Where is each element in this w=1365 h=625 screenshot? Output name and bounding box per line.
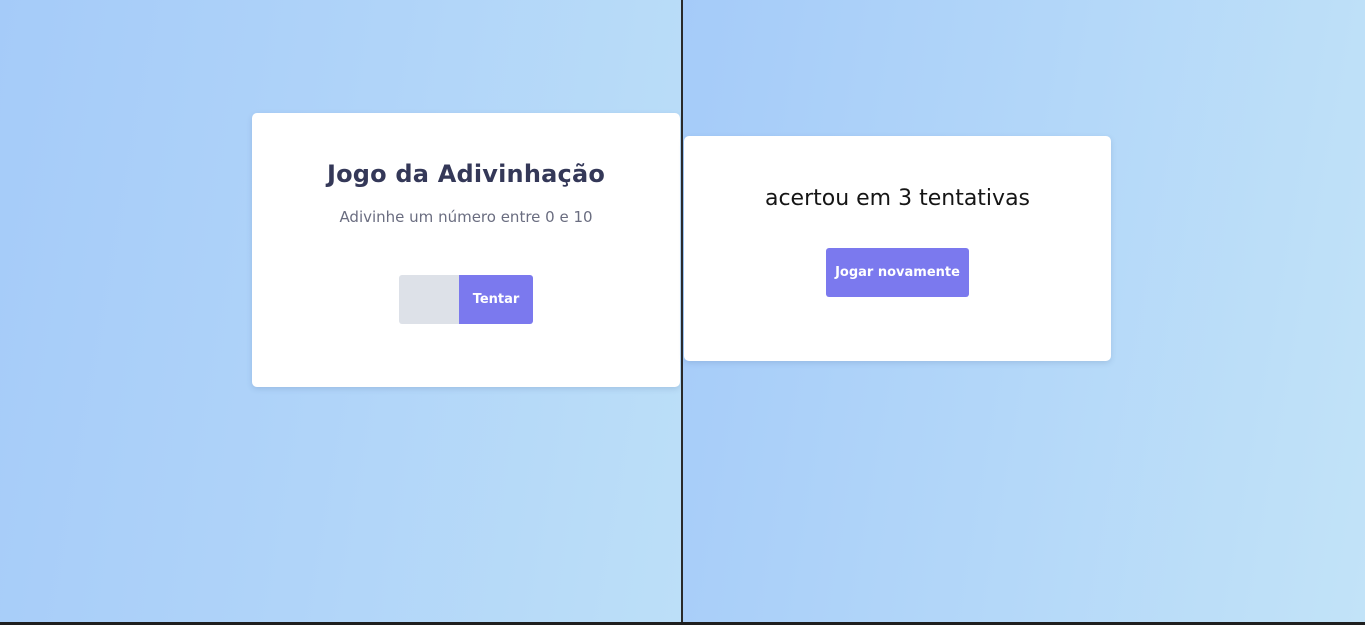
- guess-input[interactable]: [399, 275, 459, 324]
- result-message: acertou em 3 tentativas: [764, 186, 1031, 211]
- guess-card: Jogo da Adivinhação Adivinhe um número e…: [252, 113, 680, 387]
- result-card: acertou em 3 tentativas Jogar novamente: [684, 136, 1111, 361]
- try-button[interactable]: Tentar: [459, 275, 533, 324]
- game-title: Jogo da Adivinhação: [326, 160, 606, 188]
- guess-form: Tentar: [399, 275, 533, 324]
- play-again-button[interactable]: Jogar novamente: [826, 248, 969, 297]
- game-instructions: Adivinhe um número entre 0 e 10: [339, 208, 593, 226]
- left-pane: Jogo da Adivinhação Adivinhe um número e…: [0, 0, 681, 622]
